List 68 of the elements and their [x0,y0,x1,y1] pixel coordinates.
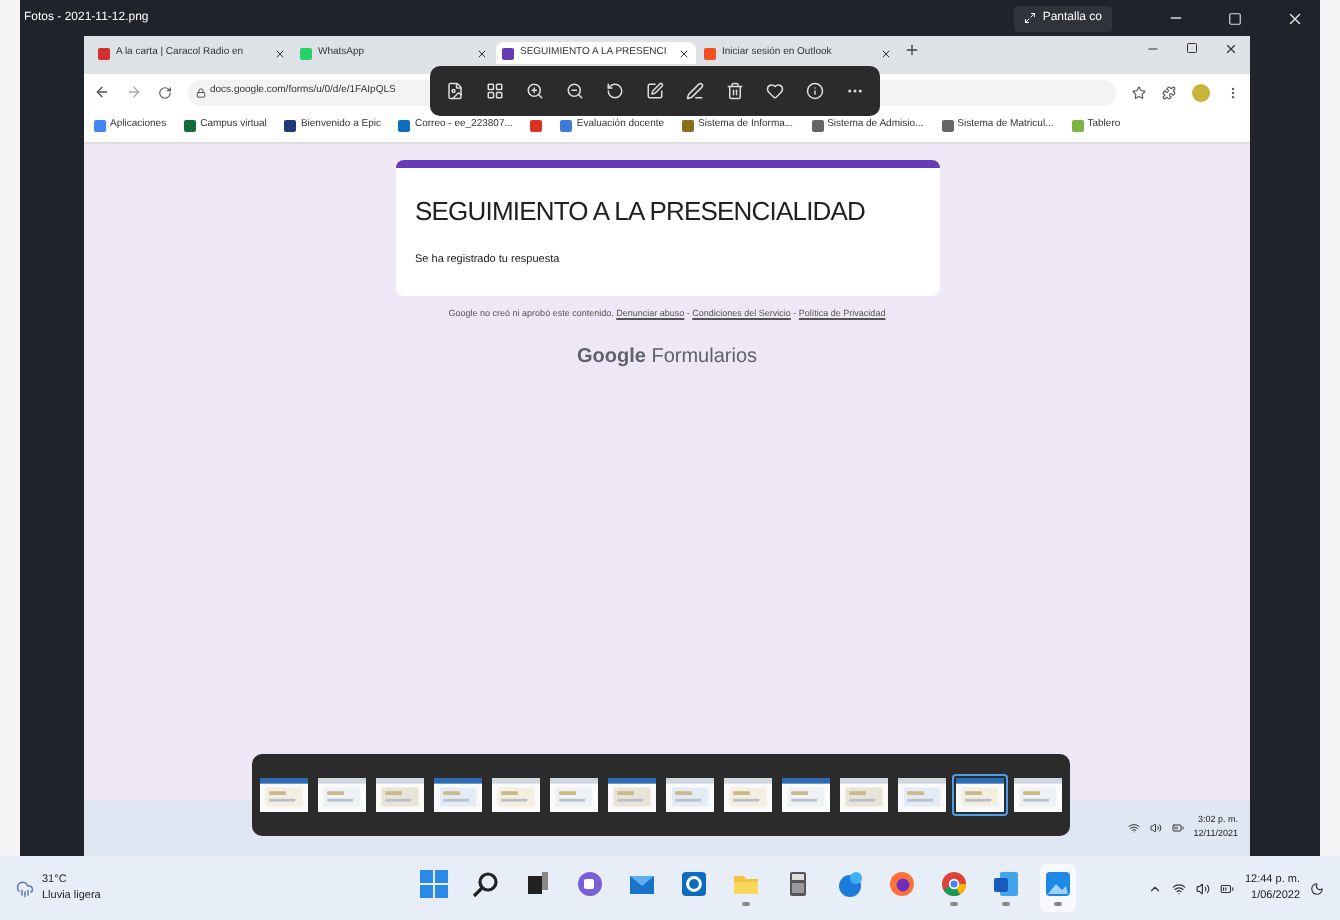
weather-icon[interactable] [16,879,34,897]
lock-icon [196,87,206,97]
tab-close-icon[interactable] [274,47,286,59]
battery-icon [1171,822,1184,834]
browser-icon [836,870,864,899]
tab-close-icon[interactable] [678,47,690,59]
calendar-app-icon [680,870,708,899]
form-title: SEGUIMIENTO A LA PRESENCIALIDAD [415,194,868,230]
thumbnail[interactable] [546,774,602,816]
info-icon[interactable] [806,82,824,100]
zoom-out-icon[interactable] [566,82,584,100]
heart-icon[interactable] [766,82,784,100]
volume-icon [1149,822,1162,834]
notifications-icon[interactable] [1310,881,1324,895]
tab-favicon [502,47,514,59]
image-edit-icon[interactable] [446,82,464,100]
search-icon [472,870,500,899]
thumbnail[interactable] [778,774,834,816]
calculator-icon [784,870,812,899]
mail-icon [628,870,656,899]
thumbnail[interactable] [430,774,486,816]
rotate-icon[interactable] [606,82,624,100]
wifi-icon[interactable] [1172,881,1187,895]
thumbnail[interactable] [662,774,718,816]
folder-icon [732,870,760,899]
tab-favicon [98,47,110,59]
thumbnail[interactable] [894,774,950,816]
back-icon[interactable] [94,84,110,100]
tab-favicon [300,47,312,59]
thumbnail[interactable] [720,774,776,816]
photos-icon [1044,870,1072,899]
extensions-icon[interactable] [1162,85,1176,99]
browser-close-icon[interactable] [1224,42,1238,56]
tab-close-icon[interactable] [476,47,488,59]
tab-favicon [704,47,716,59]
pen-icon[interactable] [686,82,704,100]
chat-icon [576,870,604,899]
tab-close-icon[interactable] [880,47,892,59]
thumbnail[interactable] [314,774,370,816]
battery-icon[interactable] [1220,881,1235,895]
wifi-icon [1127,822,1140,834]
close-icon[interactable] [1286,9,1304,27]
word-icon [992,870,1020,899]
trash-icon[interactable] [726,82,744,100]
google-forms-logo: Google Formularios [576,343,758,371]
thumbnail[interactable] [952,774,1008,816]
task-view-icon [524,870,552,899]
thumbnail[interactable] [1010,774,1066,816]
edit-icon[interactable] [646,82,664,100]
thumbnail[interactable] [836,774,892,816]
new-tab-icon[interactable] [904,42,920,58]
bookmark-star-icon[interactable] [1132,85,1146,99]
thumbnail[interactable] [604,774,660,816]
thumbnail[interactable] [256,774,312,816]
reload-icon[interactable] [158,85,172,99]
maximize-icon[interactable] [1228,11,1242,25]
browser-maximize-icon[interactable] [1186,42,1198,54]
browser-menu-icon[interactable] [1226,85,1240,99]
tray-expand-icon[interactable] [1148,881,1163,895]
volume-icon[interactable] [1196,881,1211,895]
grid-icon[interactable] [486,82,504,100]
thumbnail[interactable] [372,774,428,816]
thumbnail[interactable] [488,774,544,816]
windows-logo-icon [420,870,448,899]
chrome-icon [940,870,968,899]
firefox-icon [888,870,916,899]
zoom-in-icon[interactable] [526,82,544,100]
browser-minimize-icon[interactable] [1146,42,1160,56]
